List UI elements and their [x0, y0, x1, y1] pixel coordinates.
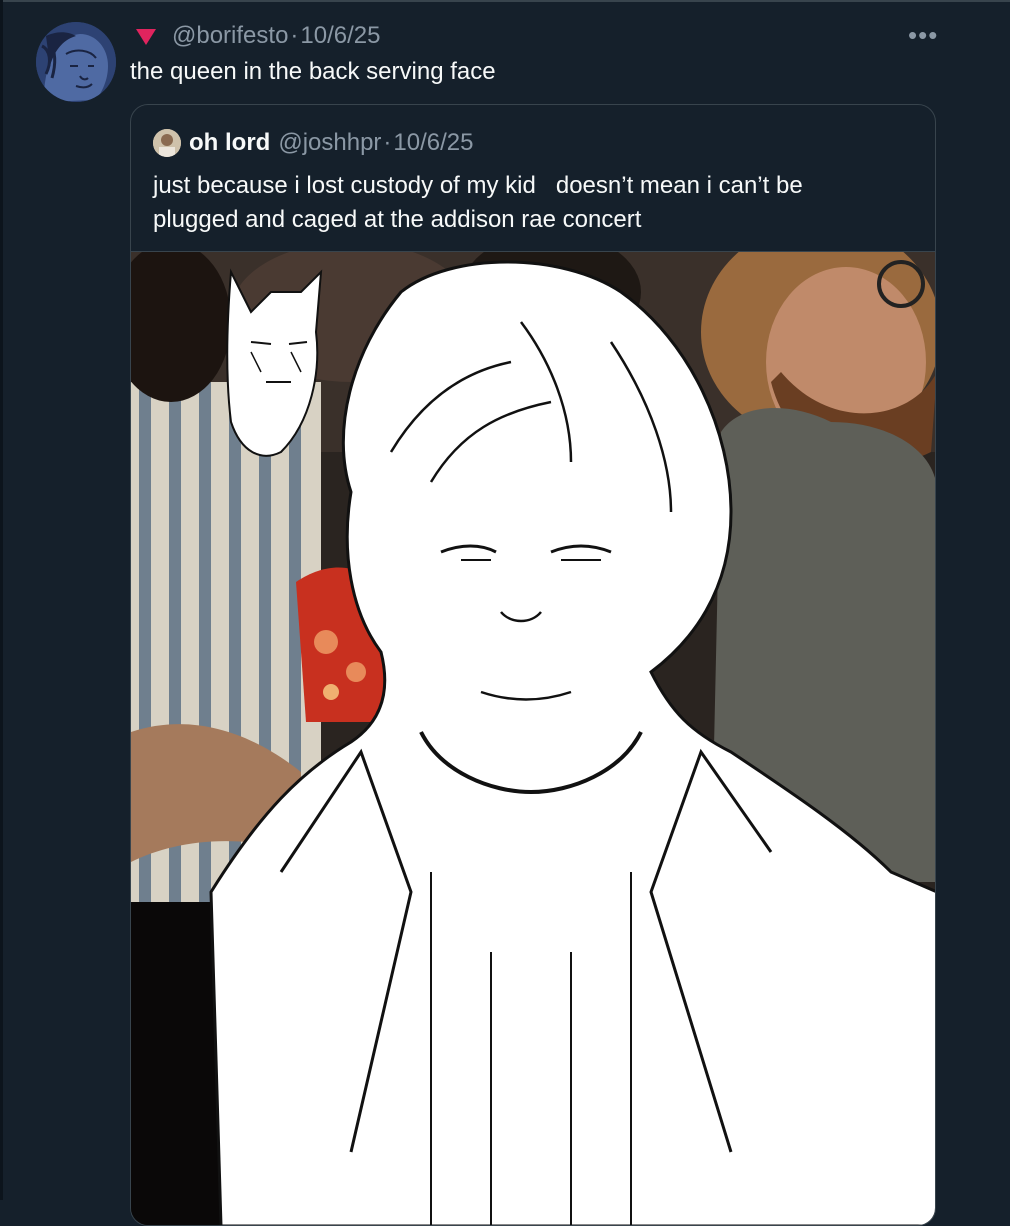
left-edge — [0, 0, 3, 1200]
quoted-user-handle[interactable]: @joshhpr — [278, 129, 381, 157]
header-separator: · — [290, 22, 299, 49]
quoted-tweet-card[interactable]: oh lord @joshhpr · 10/6/25 just because … — [130, 104, 936, 1226]
author-handle[interactable]: @borifesto — [172, 22, 288, 50]
drawn-portrait-avatar-icon — [36, 22, 116, 102]
tweet-date[interactable]: 10/6/25 — [300, 22, 380, 50]
more-options-icon[interactable]: ••• — [908, 22, 938, 48]
quoted-text-line-2: plugged and caged at the addison rae con… — [153, 206, 642, 233]
user-photo-avatar-icon — [153, 129, 181, 157]
quoted-user-avatar[interactable] — [153, 129, 181, 157]
quoted-text-line-1: just because i lost custody of my kid do… — [153, 172, 803, 199]
quoted-user-name[interactable]: oh lord — [189, 129, 270, 157]
quoted-separator: · — [383, 129, 392, 156]
quoted-tweet-header: oh lord @joshhpr · 10/6/25 — [153, 127, 473, 159]
quoted-tweet-text: just because i lost custody of my kid do… — [153, 169, 913, 237]
red-triangle-flag-icon — [136, 29, 156, 45]
quoted-media-image[interactable] — [131, 251, 935, 1225]
author-avatar[interactable] — [36, 22, 116, 102]
quoted-date[interactable]: 10/6/25 — [393, 129, 473, 157]
top-divider — [0, 0, 1010, 2]
tweet-text: the queen in the back serving face — [130, 58, 496, 85]
tweet-header: @borifesto · 10/6/25 — [136, 20, 381, 52]
concert-crowd-photo-icon — [131, 252, 935, 1225]
